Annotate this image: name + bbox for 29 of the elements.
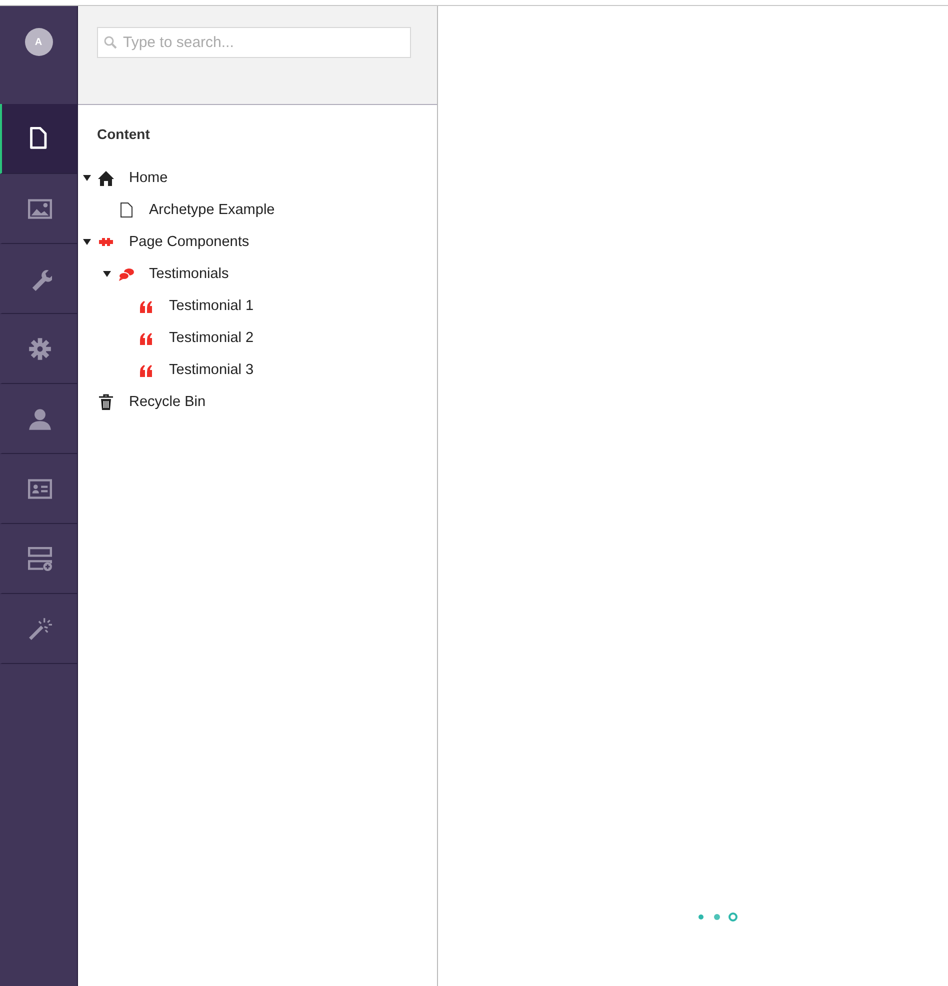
tree-title: Content	[97, 126, 150, 142]
image-icon	[28, 196, 52, 220]
quote-icon	[138, 362, 154, 378]
loading-indicator	[697, 911, 739, 923]
id-card-icon	[28, 476, 52, 500]
chat-bubbles-icon	[118, 266, 134, 282]
tree-item[interactable]: Testimonial 3	[169, 362, 254, 378]
caret-icon[interactable]	[102, 271, 112, 277]
search-field[interactable]: Type to search...	[97, 27, 411, 58]
home-icon	[98, 170, 114, 186]
tree-item[interactable]: Home	[129, 170, 168, 186]
tree-item[interactable]: Testimonial 2	[169, 330, 254, 346]
gear-icon	[28, 336, 52, 360]
caret-icon[interactable]	[82, 239, 92, 245]
layout-add-icon	[28, 546, 52, 570]
search-icon	[104, 36, 117, 49]
tree-item[interactable]: Testimonials	[149, 266, 229, 282]
caret-icon[interactable]	[82, 175, 92, 181]
quote-icon	[138, 298, 154, 314]
trash-icon	[98, 394, 114, 410]
tree-item[interactable]: Archetype Example	[149, 202, 275, 218]
document-icon	[118, 202, 134, 218]
tree-item[interactable]: Page Components	[129, 234, 250, 250]
tree-item[interactable]: Recycle Bin	[129, 394, 206, 410]
section-tab[interactable]	[0, 104, 77, 174]
quote-icon	[138, 330, 154, 346]
tree-item[interactable]: Testimonial 1	[169, 298, 254, 314]
user-icon	[28, 406, 52, 430]
magic-wand-icon	[28, 616, 52, 640]
